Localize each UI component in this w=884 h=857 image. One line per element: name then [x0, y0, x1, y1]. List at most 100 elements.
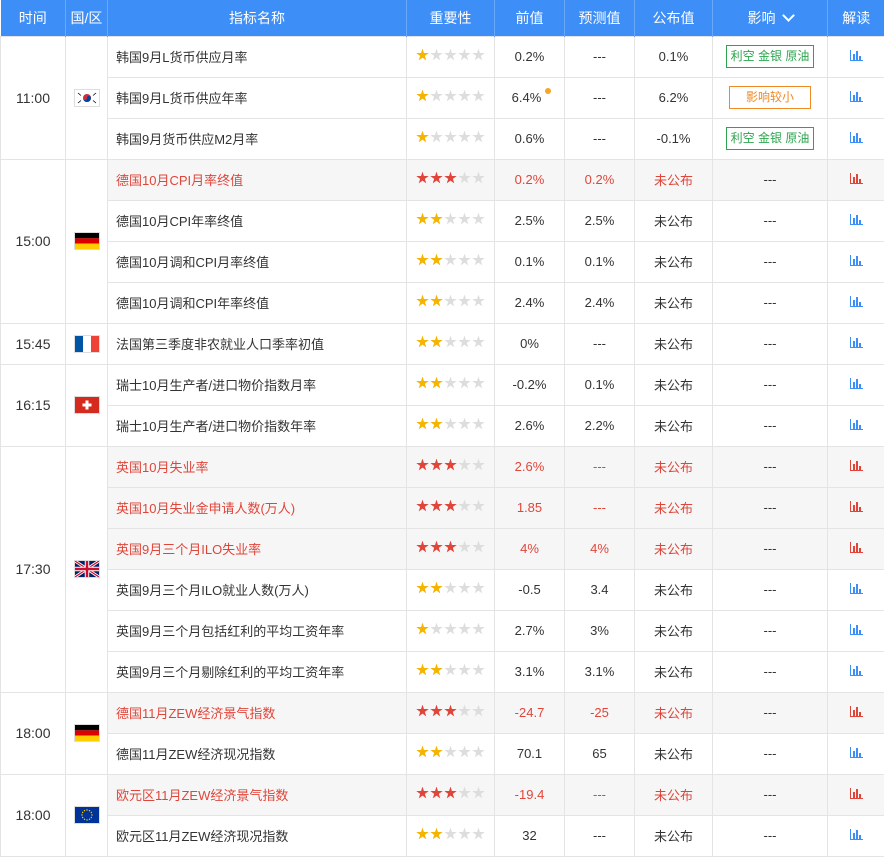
analysis-chart-icon[interactable] [849, 173, 863, 184]
analysis-cell [827, 281, 884, 324]
analysis-chart-icon[interactable] [849, 132, 863, 143]
previous-value-cell: -19.4 [494, 773, 565, 816]
analysis-chart-icon[interactable] [849, 665, 863, 676]
previous-value-cell: 4% [494, 527, 565, 570]
forecast-value: --- [564, 76, 635, 119]
analysis-chart-icon[interactable] [849, 583, 863, 594]
table-row[interactable]: 18:00 德国11月ZEW经济景气指数 -24.7 -25 未公布 --- [0, 691, 884, 775]
indicator-name[interactable]: 英国9月三个月ILO失业率 [107, 527, 407, 570]
analysis-chart-icon[interactable] [849, 214, 863, 225]
actual-value: 未公布 [634, 609, 713, 652]
star-icon [472, 499, 485, 512]
forecast-value: --- [564, 814, 635, 857]
table-row[interactable]: 15:00 德国10月CPI月率终值 0.2% 0.2% 未公布 --- [0, 158, 884, 324]
importance-stars [416, 663, 485, 677]
table-row[interactable]: 德国11月ZEW经济现况指数 70.1 65 未公布 --- [1, 732, 884, 775]
indicator-name[interactable]: 英国9月三个月ILO就业人数(万人) [107, 568, 407, 611]
importance-cell [406, 363, 495, 406]
analysis-chart-icon[interactable] [849, 337, 863, 348]
previous-value: 2.6% [514, 459, 545, 474]
event-time: 18:00 [0, 691, 66, 775]
indicator-name[interactable]: 法国第三季度非农就业人口季率初值 [107, 322, 407, 365]
analysis-chart-icon[interactable] [849, 747, 863, 758]
actual-value: 未公布 [634, 158, 713, 201]
indicator-name[interactable]: 德国11月ZEW经济景气指数 [107, 691, 407, 734]
importance-stars [416, 376, 485, 390]
indicator-name[interactable]: 德国10月CPI月率终值 [107, 158, 407, 201]
forecast-value: 3.1% [564, 650, 635, 693]
star-icon [458, 212, 471, 225]
table-row[interactable]: 英国9月三个月包括红利的平均工资年率 2.7% 3% 未公布 --- [1, 609, 884, 652]
indicator-name[interactable]: 英国9月三个月剔除红利的平均工资年率 [107, 650, 407, 693]
previous-value: 0.2% [514, 49, 545, 64]
analysis-chart-icon[interactable] [849, 624, 863, 635]
previous-value: 0% [520, 336, 539, 351]
table-row[interactable]: 英国9月三个月剔除红利的平均工资年率 3.1% 3.1% 未公布 --- [1, 650, 884, 693]
analysis-chart-icon[interactable] [849, 706, 863, 717]
analysis-chart-icon[interactable] [849, 542, 863, 553]
indicator-name[interactable]: 韩国9月货币供应M2月率 [107, 117, 407, 160]
analysis-chart-icon[interactable] [849, 91, 863, 102]
impact-value: --- [712, 158, 828, 201]
impact-tag: 利空 金银 原油 [725, 127, 815, 150]
indicator-name[interactable]: 韩国9月L货币供应月率 [107, 35, 407, 78]
analysis-chart-icon[interactable] [849, 829, 863, 840]
previous-value: -0.5 [518, 582, 541, 597]
indicator-name[interactable]: 瑞士10月生产者/进口物价指数月率 [107, 363, 407, 406]
indicator-name[interactable]: 英国10月失业率 [107, 445, 407, 488]
analysis-chart-icon[interactable] [849, 419, 863, 430]
table-row[interactable]: 瑞士10月生产者/进口物价指数年率 2.6% 2.2% 未公布 --- [1, 404, 884, 447]
table-row[interactable]: 15:45 法国第三季度非农就业人口季率初值 0% --- 未公布 --- [0, 322, 884, 365]
star-icon [444, 294, 457, 307]
indicator-name[interactable]: 英国9月三个月包括红利的平均工资年率 [107, 609, 407, 652]
table-row[interactable]: 德国10月CPI年率终值 2.5% 2.5% 未公布 --- [1, 199, 884, 242]
table-row[interactable]: 17:30 英国10月失业率 2.6% --- 未公布 --- [0, 445, 884, 693]
previous-value-cell: 0.2% [494, 35, 565, 78]
ch-flag-icon [74, 397, 99, 414]
analysis-chart-icon[interactable] [849, 501, 863, 512]
indicator-name[interactable]: 欧元区11月ZEW经济景气指数 [107, 773, 407, 816]
table-row[interactable]: 德国10月调和CPI月率终值 0.1% 0.1% 未公布 --- [1, 240, 884, 283]
star-icon [430, 663, 443, 676]
analysis-chart-icon[interactable] [849, 788, 863, 799]
indicator-name[interactable]: 瑞士10月生产者/进口物价指数年率 [107, 404, 407, 447]
table-row[interactable]: 韩国9月L货币供应年率 6.4% --- 6.2% 影响较小 [1, 76, 884, 119]
star-icon [458, 171, 471, 184]
star-icon [430, 745, 443, 758]
event-time: 18:00 [0, 773, 66, 857]
table-row[interactable]: 英国10月失业金申请人数(万人) 1.85 --- 未公布 --- [1, 486, 884, 529]
indicator-name[interactable]: 英国10月失业金申请人数(万人) [107, 486, 407, 529]
table-row[interactable]: 韩国9月货币供应M2月率 0.6% --- -0.1% 利空 金银 原油 [1, 117, 884, 160]
table-row[interactable]: 16:15 瑞士10月生产者/进口物价指数月率 -0.2% 0.1% 未公布 --- [0, 363, 884, 447]
actual-value: 未公布 [634, 281, 713, 324]
table-row[interactable]: 英国9月三个月ILO失业率 4% 4% 未公布 --- [1, 527, 884, 570]
impact-filter-dropdown[interactable]: 影响 [712, 0, 828, 36]
indicator-name[interactable]: 德国11月ZEW经济现况指数 [107, 732, 407, 775]
forecast-value: --- [564, 322, 635, 365]
analysis-chart-icon[interactable] [849, 50, 863, 61]
analysis-chart-icon[interactable] [849, 296, 863, 307]
impact-value: --- [712, 773, 828, 816]
importance-cell [406, 568, 495, 611]
indicator-name[interactable]: 韩国9月L货币供应年率 [107, 76, 407, 119]
indicator-name[interactable]: 德国10月调和CPI月率终值 [107, 240, 407, 283]
analysis-cell [827, 322, 884, 365]
table-row[interactable]: 欧元区11月ZEW经济现况指数 32 --- 未公布 --- [1, 814, 884, 857]
previous-value-cell: -24.7 [494, 691, 565, 734]
indicator-name[interactable]: 德国10月CPI年率终值 [107, 199, 407, 242]
analysis-cell [827, 76, 884, 119]
table-row[interactable]: 11:00 韩国9月L货币供应月率 0.2% --- 0.1% 利空 金银 原油 [0, 35, 884, 160]
table-row[interactable]: 德国10月调和CPI年率终值 2.4% 2.4% 未公布 --- [1, 281, 884, 324]
actual-value: 未公布 [634, 404, 713, 447]
indicator-name[interactable]: 欧元区11月ZEW经济现况指数 [107, 814, 407, 857]
star-icon [444, 745, 457, 758]
table-row[interactable]: 英国9月三个月ILO就业人数(万人) -0.5 3.4 未公布 --- [1, 568, 884, 611]
analysis-chart-icon[interactable] [849, 255, 863, 266]
analysis-cell [827, 240, 884, 283]
analysis-chart-icon[interactable] [849, 378, 863, 389]
star-icon [472, 786, 485, 799]
analysis-cell [827, 404, 884, 447]
analysis-chart-icon[interactable] [849, 460, 863, 471]
indicator-name[interactable]: 德国10月调和CPI年率终值 [107, 281, 407, 324]
table-row[interactable]: 18:00 欧元区11月ZEW经济景气指数 -19.4 --- 未公布 --- [0, 773, 884, 857]
